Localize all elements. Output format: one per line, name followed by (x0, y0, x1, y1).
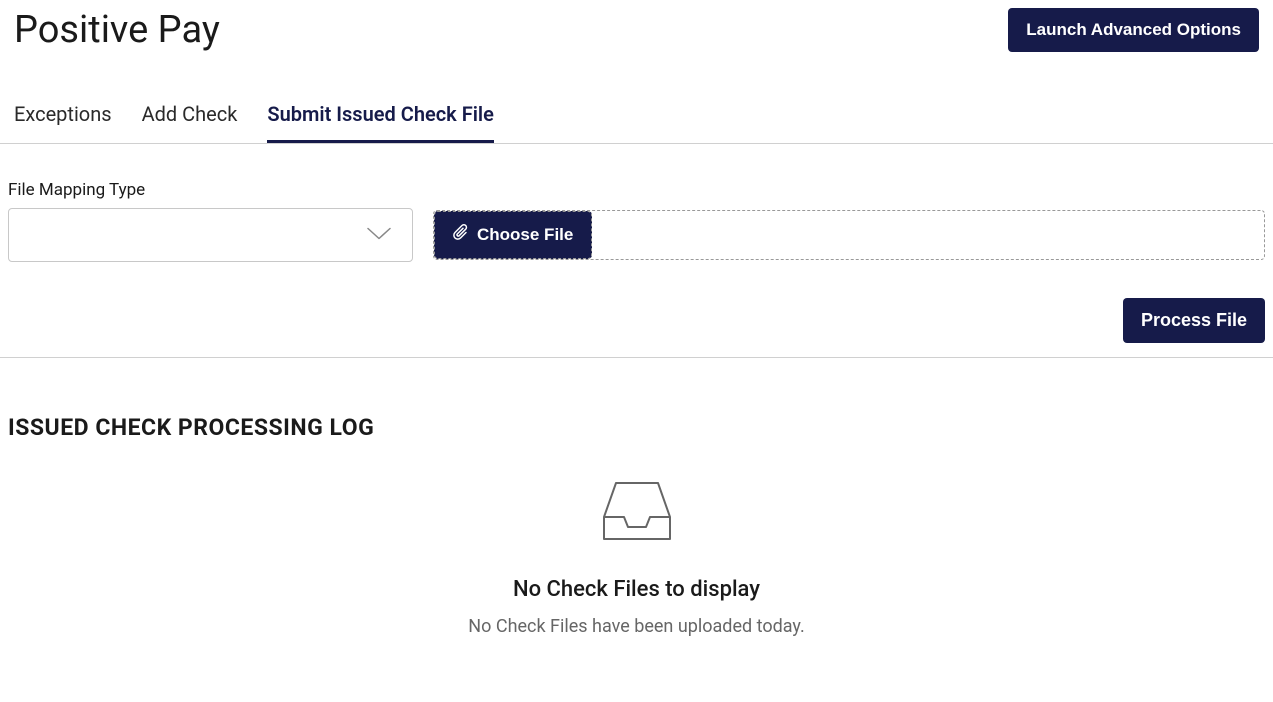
page-title: Positive Pay (14, 8, 220, 52)
paperclip-icon (453, 224, 469, 247)
file-mapping-type-select[interactable] (8, 208, 413, 262)
tab-submit-issued-check-file[interactable]: Submit Issued Check File (267, 102, 493, 143)
empty-state: No Check Files to display No Check Files… (8, 481, 1265, 637)
issued-check-processing-log-heading: ISSUED CHECK PROCESSING LOG (8, 414, 1265, 441)
tab-bar: Exceptions Add Check Submit Issued Check… (0, 102, 1273, 144)
choose-file-button[interactable]: Choose File (434, 211, 592, 259)
tab-exceptions[interactable]: Exceptions (14, 102, 112, 143)
file-drop-area[interactable]: Choose File (433, 210, 1265, 260)
file-mapping-type-label: File Mapping Type (8, 180, 413, 200)
process-file-button[interactable]: Process File (1123, 298, 1265, 343)
chevron-down-icon (366, 226, 392, 245)
empty-state-subtitle: No Check Files have been uploaded today. (468, 616, 804, 637)
tab-add-check[interactable]: Add Check (142, 102, 238, 143)
inbox-icon (602, 481, 672, 545)
choose-file-label: Choose File (477, 225, 573, 245)
empty-state-title: No Check Files to display (513, 577, 760, 602)
launch-advanced-options-button[interactable]: Launch Advanced Options (1008, 8, 1259, 52)
